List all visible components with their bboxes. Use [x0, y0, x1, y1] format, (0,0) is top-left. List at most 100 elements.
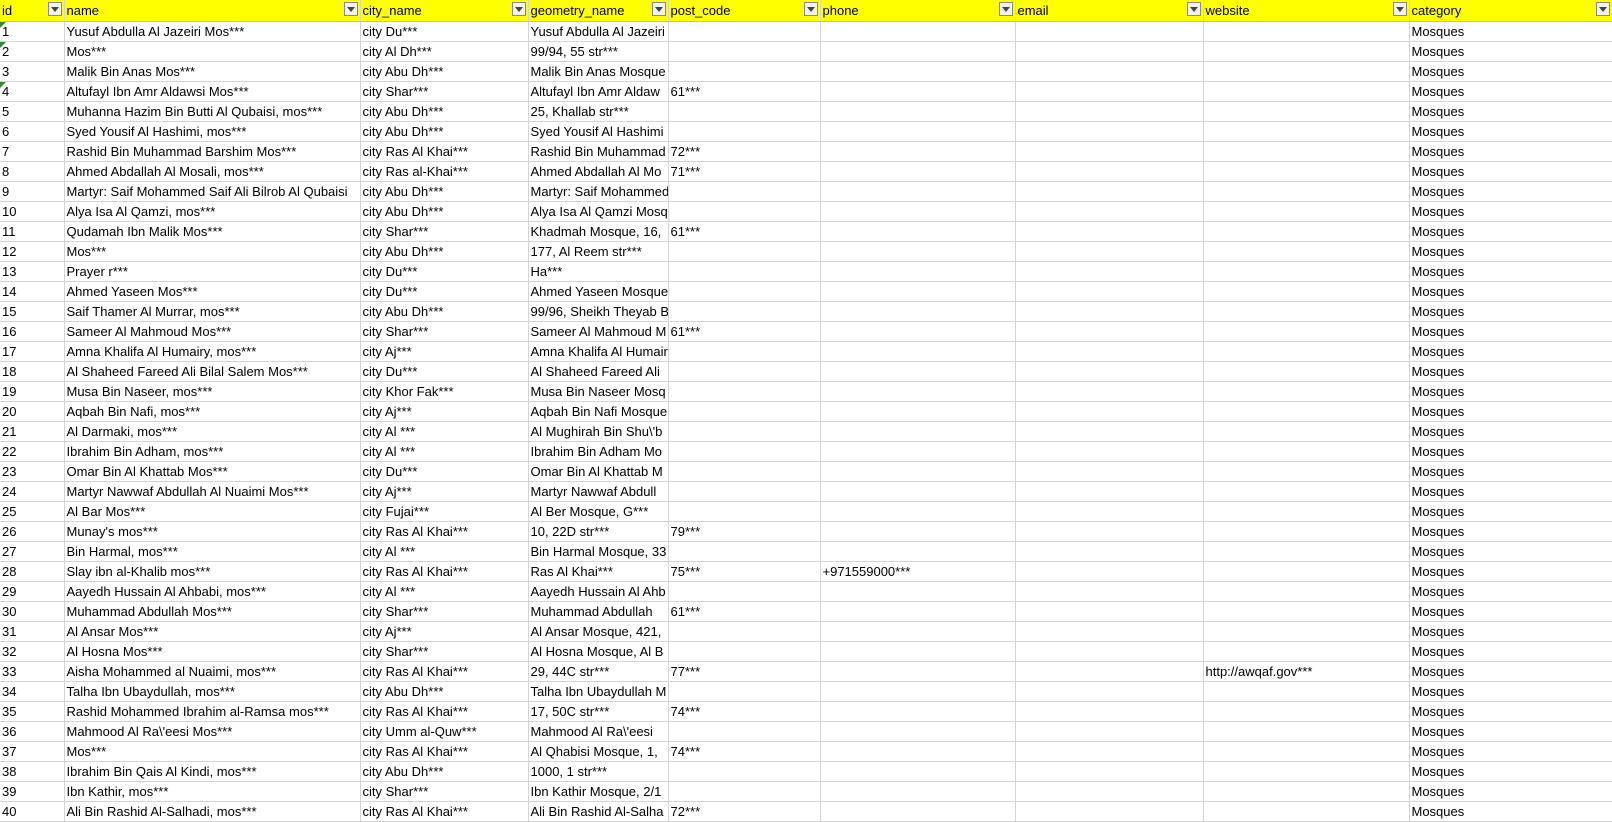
cell-name[interactable]: Talha Ibn Ubaydullah, mos*** — [64, 681, 361, 702]
cell-geometry-name[interactable]: Ali Bin Rashid Al-Salha — [528, 801, 669, 822]
cell-category[interactable]: Mosques — [1409, 801, 1612, 822]
cell-category[interactable]: Mosques — [1409, 701, 1612, 722]
cell-name[interactable]: Malik Bin Anas Mos*** — [64, 61, 361, 82]
cell-phone[interactable] — [820, 741, 1016, 762]
cell-phone[interactable] — [820, 641, 1016, 662]
cell-category[interactable]: Mosques — [1409, 521, 1612, 542]
cell-city-name[interactable]: city Umm al-Quw*** — [360, 721, 529, 742]
cell-city-name[interactable]: city Ras Al Khai*** — [360, 701, 529, 722]
cell-email[interactable] — [1015, 381, 1204, 402]
cell-name[interactable]: Ibrahim Bin Qais Al Kindi, mos*** — [64, 761, 361, 782]
cell-id[interactable]: 16 — [0, 321, 65, 342]
cell-email[interactable] — [1015, 141, 1204, 162]
cell-post-code[interactable]: 77*** — [668, 661, 821, 682]
cell-website[interactable] — [1203, 521, 1410, 542]
cell-name[interactable]: Muhammad Abdullah Mos*** — [64, 601, 361, 622]
cell-website[interactable] — [1203, 361, 1410, 382]
cell-email[interactable] — [1015, 81, 1204, 102]
cell-category[interactable]: Mosques — [1409, 721, 1612, 742]
column-header-city-name[interactable]: city_name — [360, 0, 529, 22]
column-header-post-code[interactable]: post_code — [668, 0, 821, 22]
cell-id[interactable]: 29 — [0, 581, 65, 602]
cell-website[interactable] — [1203, 401, 1410, 422]
cell-phone[interactable] — [820, 301, 1016, 322]
cell-phone[interactable] — [820, 141, 1016, 162]
cell-post-code[interactable]: 72*** — [668, 141, 821, 162]
cell-id[interactable]: 19 — [0, 381, 65, 402]
cell-email[interactable] — [1015, 701, 1204, 722]
cell-email[interactable] — [1015, 201, 1204, 222]
cell-geometry-name[interactable]: 1000, 1 str*** — [528, 761, 669, 782]
cell-website[interactable] — [1203, 541, 1410, 562]
cell-post-code[interactable]: 61*** — [668, 221, 821, 242]
cell-email[interactable] — [1015, 621, 1204, 642]
cell-website[interactable] — [1203, 101, 1410, 122]
cell-city-name[interactable]: city Ras Al Khai*** — [360, 521, 529, 542]
cell-category[interactable]: Mosques — [1409, 241, 1612, 262]
cell-geometry-name[interactable]: Al Qhabisi Mosque, 1, — [528, 741, 669, 762]
cell-post-code[interactable] — [668, 241, 821, 262]
cell-category[interactable]: Mosques — [1409, 461, 1612, 482]
cell-website[interactable] — [1203, 41, 1410, 62]
cell-post-code[interactable] — [668, 541, 821, 562]
cell-email[interactable] — [1015, 21, 1204, 42]
cell-website[interactable] — [1203, 341, 1410, 362]
cell-category[interactable]: Mosques — [1409, 781, 1612, 802]
cell-email[interactable] — [1015, 641, 1204, 662]
cell-category[interactable]: Mosques — [1409, 101, 1612, 122]
cell-post-code[interactable] — [668, 681, 821, 702]
cell-id[interactable]: 13 — [0, 261, 65, 282]
column-header-email[interactable]: email — [1015, 0, 1204, 22]
cell-website[interactable] — [1203, 701, 1410, 722]
cell-website[interactable] — [1203, 261, 1410, 282]
cell-name[interactable]: Al Bar Mos*** — [64, 501, 361, 522]
cell-id[interactable]: 31 — [0, 621, 65, 642]
cell-category[interactable]: Mosques — [1409, 61, 1612, 82]
cell-phone[interactable] — [820, 621, 1016, 642]
cell-email[interactable] — [1015, 261, 1204, 282]
cell-post-code[interactable] — [668, 41, 821, 62]
cell-geometry-name[interactable]: Mahmood Al Ra\'eesi — [528, 721, 669, 742]
cell-geometry-name[interactable]: 99/96, Sheikh Theyab B — [528, 301, 669, 322]
filter-dropdown-button[interactable] — [1595, 2, 1610, 16]
cell-city-name[interactable]: city Ras al-Khai*** — [360, 161, 529, 182]
cell-name[interactable]: Ahmed Abdallah Al Mosali, mos*** — [64, 161, 361, 182]
cell-post-code[interactable] — [668, 441, 821, 462]
cell-city-name[interactable]: city Ras Al Khai*** — [360, 661, 529, 682]
cell-id[interactable]: 5 — [0, 101, 65, 122]
cell-phone[interactable] — [820, 401, 1016, 422]
cell-website[interactable] — [1203, 141, 1410, 162]
cell-website[interactable] — [1203, 281, 1410, 302]
cell-email[interactable] — [1015, 721, 1204, 742]
cell-name[interactable]: Al Darmaki, mos*** — [64, 421, 361, 442]
cell-email[interactable] — [1015, 801, 1204, 822]
cell-name[interactable]: Ahmed Yaseen Mos*** — [64, 281, 361, 302]
cell-website[interactable] — [1203, 121, 1410, 142]
column-header-phone[interactable]: phone — [820, 0, 1016, 22]
cell-phone[interactable] — [820, 261, 1016, 282]
cell-post-code[interactable]: 71*** — [668, 161, 821, 182]
cell-category[interactable]: Mosques — [1409, 401, 1612, 422]
cell-phone[interactable] — [820, 661, 1016, 682]
cell-phone[interactable] — [820, 521, 1016, 542]
cell-phone[interactable] — [820, 341, 1016, 362]
cell-geometry-name[interactable]: 29, 44C str*** — [528, 661, 669, 682]
cell-geometry-name[interactable]: Martyr Nawwaf Abdull — [528, 481, 669, 502]
cell-id[interactable]: 9 — [0, 181, 65, 202]
cell-email[interactable] — [1015, 561, 1204, 582]
cell-id[interactable]: 22 — [0, 441, 65, 462]
cell-geometry-name[interactable]: Sameer Al Mahmoud M — [528, 321, 669, 342]
cell-geometry-name[interactable]: Khadmah Mosque, 16, — [528, 221, 669, 242]
cell-name[interactable]: Rashid Mohammed Ibrahim al-Ramsa mos*** — [64, 701, 361, 722]
cell-city-name[interactable]: city Du*** — [360, 361, 529, 382]
cell-category[interactable]: Mosques — [1409, 581, 1612, 602]
cell-website[interactable] — [1203, 221, 1410, 242]
cell-id[interactable]: 40 — [0, 801, 65, 822]
cell-category[interactable]: Mosques — [1409, 161, 1612, 182]
cell-post-code[interactable] — [668, 121, 821, 142]
cell-geometry-name[interactable]: Al Shaheed Fareed Ali — [528, 361, 669, 382]
column-header-geometry-name[interactable]: geometry_name — [528, 0, 669, 22]
cell-geometry-name[interactable]: Ahmed Yaseen Mosque — [528, 281, 669, 302]
cell-post-code[interactable] — [668, 401, 821, 422]
cell-name[interactable]: Ibn Kathir, mos*** — [64, 781, 361, 802]
